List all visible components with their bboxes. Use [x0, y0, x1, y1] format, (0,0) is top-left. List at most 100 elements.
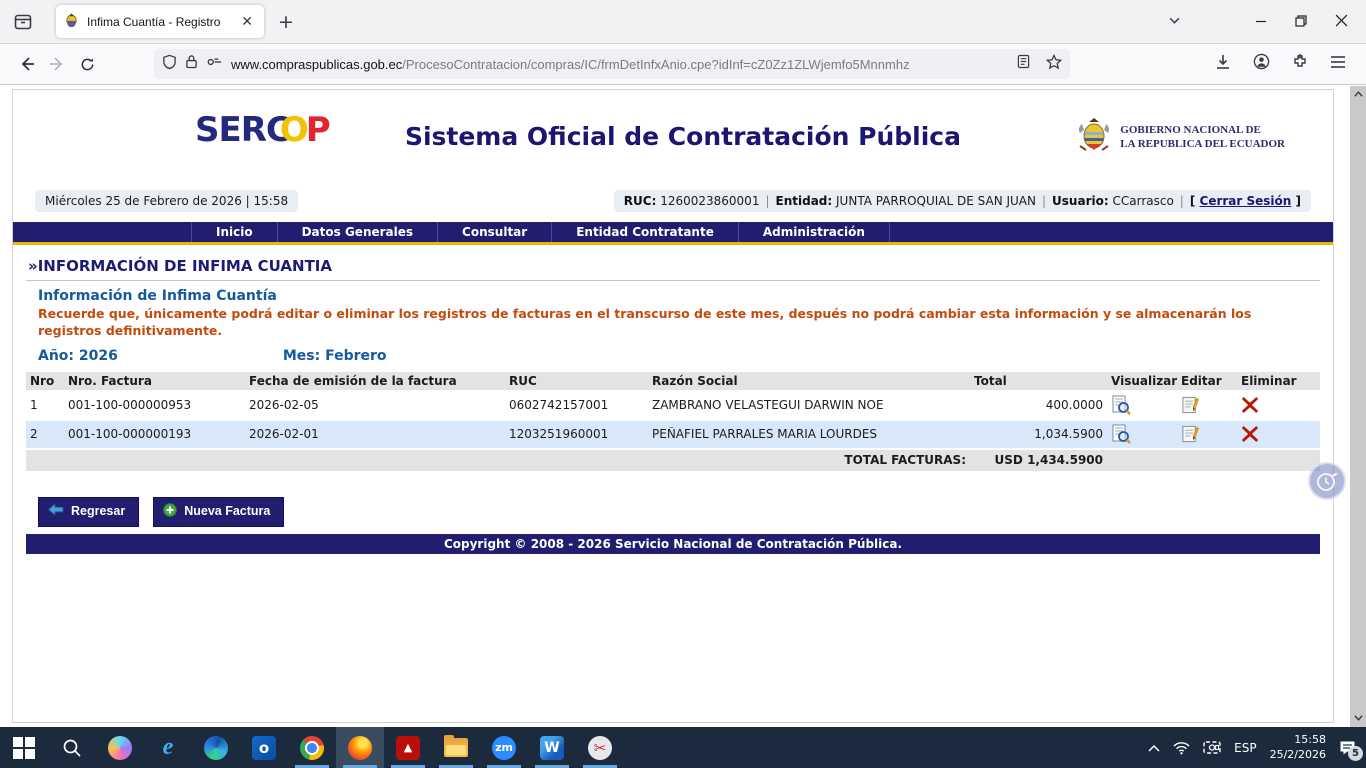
url-bar[interactable]: www.compraspublicas.gob.ec/ProcesoContra…: [154, 49, 1070, 79]
tab-favicon-crest-icon: [64, 12, 79, 32]
tab-close-icon[interactable]: ✕: [238, 13, 256, 30]
lock-icon[interactable]: [185, 54, 198, 74]
session-row: Miércoles 25 de Febrero de 2026 | 15:58 …: [35, 190, 1311, 212]
tray-date: 25/2/2026: [1270, 748, 1326, 761]
logout-link[interactable]: Cerrar Sesión: [1200, 194, 1292, 208]
browser-tab[interactable]: Infima Cuantía - Registro ✕: [56, 5, 264, 38]
ruc-label: RUC:: [624, 194, 657, 208]
window-close-button[interactable]: [1335, 12, 1348, 31]
forward-button[interactable]: [42, 56, 72, 72]
nav-item-inicio[interactable]: Inicio: [191, 222, 278, 242]
reader-mode-icon[interactable]: [1017, 54, 1030, 74]
ecuador-crest-icon: [1076, 116, 1112, 160]
visualizar-icon[interactable]: [1111, 395, 1131, 415]
breadcrumb-title: INFORMACIÓN DE INFIMA CUANTIA: [38, 257, 332, 275]
file-explorer-icon: [444, 738, 468, 757]
session-info-pill: RUC: 1260023860001|Entidad: JUNTA PARROQ…: [614, 190, 1311, 212]
bookmark-star-icon[interactable]: [1046, 54, 1062, 75]
extensions-icon[interactable]: [1292, 54, 1308, 75]
content-area: »INFORMACIÓN DE INFIMA CUANTIA Informaci…: [13, 245, 1333, 554]
taskbar-acrobat-button[interactable]: ▲: [384, 727, 432, 768]
taskbar-ie-button[interactable]: e: [144, 727, 192, 768]
tab-title: Infima Cuantía - Registro: [87, 15, 230, 29]
back-button[interactable]: [12, 56, 42, 72]
scroll-up-icon[interactable]: [1354, 86, 1363, 103]
wifi-icon[interactable]: [1173, 741, 1190, 755]
tracking-shield-icon[interactable]: [162, 54, 177, 75]
account-icon[interactable]: [1253, 53, 1270, 75]
back-arrow-icon: [48, 503, 64, 519]
col-eliminar: Eliminar: [1237, 374, 1320, 388]
taskbar-edge-button[interactable]: [192, 727, 240, 768]
window-restore-button[interactable]: [1295, 12, 1307, 31]
copilot-icon: [108, 736, 132, 760]
internet-explorer-icon: e: [163, 734, 174, 761]
window-minimize-button[interactable]: [1255, 12, 1267, 31]
breadcrumb-marker: »: [28, 257, 38, 275]
nueva-factura-button[interactable]: Nueva Factura: [153, 497, 284, 527]
regresar-button[interactable]: Regresar: [38, 497, 139, 527]
url-text: www.compraspublicas.gob.ec/ProcesoContra…: [231, 57, 1001, 72]
taskbar-firefox-button[interactable]: [336, 727, 384, 768]
col-razon-social: Razón Social: [648, 374, 970, 388]
tray-time: 15:58: [1294, 733, 1326, 746]
nav-item-consultar[interactable]: Consultar: [438, 222, 552, 242]
col-ruc: RUC: [505, 374, 648, 388]
taskbar-search-button[interactable]: [48, 727, 96, 768]
reload-button[interactable]: [72, 57, 102, 72]
browser-toolbar: www.compraspublicas.gob.ec/ProcesoContra…: [0, 44, 1366, 85]
year-label: Año: 2026: [38, 348, 118, 364]
main-nav: Inicio Datos Generales Consultar Entidad…: [13, 222, 1333, 245]
browser-tabbar: Infima Cuantía - Registro ✕ +: [0, 0, 1366, 44]
government-text: GOBIERNO NACIONAL DE LA REPUBLICA DEL EC…: [1120, 124, 1285, 152]
editar-icon[interactable]: [1181, 395, 1200, 415]
floating-clock-widget[interactable]: [1308, 462, 1346, 500]
scroll-down-icon[interactable]: [1354, 710, 1363, 727]
taskbar-snipping-button[interactable]: ✂: [576, 727, 624, 768]
screen-share-icon[interactable]: [1203, 741, 1221, 755]
entidad-label: Entidad:: [776, 194, 833, 208]
tray-chevron-icon[interactable]: [1148, 744, 1160, 752]
taskbar-copilot-button[interactable]: [96, 727, 144, 768]
visualizar-icon[interactable]: [1111, 424, 1131, 444]
taskbar-zoom-button[interactable]: zm: [480, 727, 528, 768]
usuario-value: CCarrasco: [1112, 194, 1173, 208]
tab-list-chevron-icon[interactable]: [1168, 12, 1181, 31]
nav-item-datos-generales[interactable]: Datos Generales: [278, 222, 438, 242]
taskbar-word-button[interactable]: W: [528, 727, 576, 768]
nav-item-administracion[interactable]: Administración: [739, 222, 890, 242]
vertical-scrollbar[interactable]: [1350, 86, 1366, 727]
menu-hamburger-icon[interactable]: [1330, 55, 1346, 74]
permissions-icon[interactable]: [206, 55, 223, 73]
snipping-tool-icon: ✂: [588, 736, 612, 760]
taskbar-outlook-button[interactable]: o: [240, 727, 288, 768]
firefox-view-icon[interactable]: [8, 7, 38, 37]
col-editar: Editar: [1177, 374, 1237, 388]
search-icon: [62, 738, 82, 758]
ruc-value: 1260023860001: [660, 194, 759, 208]
downloads-icon[interactable]: [1215, 54, 1231, 75]
usuario-label: Usuario:: [1052, 194, 1109, 208]
url-path: /ProcesoContratacion/compras/IC/frmDetIn…: [402, 57, 909, 72]
notification-badge: 5: [1348, 746, 1363, 761]
page-body: SERCOP Sistema Oficial de Contratación P…: [12, 89, 1334, 723]
table-header-row: Nro Nro. Factura Fecha de emisión de la …: [26, 372, 1320, 390]
entidad-value: JUNTA PARROQUIAL DE SAN JUAN: [836, 194, 1036, 208]
eliminar-icon[interactable]: [1241, 396, 1259, 414]
acrobat-icon: ▲: [396, 736, 420, 760]
eliminar-icon[interactable]: [1241, 425, 1259, 443]
word-icon: W: [540, 736, 564, 760]
datetime-pill: Miércoles 25 de Febrero de 2026 | 15:58: [35, 190, 298, 212]
tray-clock[interactable]: 15:58 25/2/2026: [1270, 733, 1326, 762]
taskbar-chrome-button[interactable]: [288, 727, 336, 768]
col-factura: Nro. Factura: [64, 374, 245, 388]
taskbar-explorer-button[interactable]: [432, 727, 480, 768]
new-tab-button[interactable]: +: [278, 11, 294, 33]
language-indicator[interactable]: ESP: [1234, 741, 1256, 755]
notifications-button[interactable]: 5: [1339, 740, 1356, 756]
editar-icon[interactable]: [1181, 424, 1200, 444]
table-row: 1 001-100-000000953 2026-02-05 060274215…: [26, 392, 1320, 419]
nav-item-entidad-contratante[interactable]: Entidad Contratante: [552, 222, 739, 242]
zoom-app-icon: zm: [492, 736, 516, 760]
start-button[interactable]: [0, 727, 48, 768]
